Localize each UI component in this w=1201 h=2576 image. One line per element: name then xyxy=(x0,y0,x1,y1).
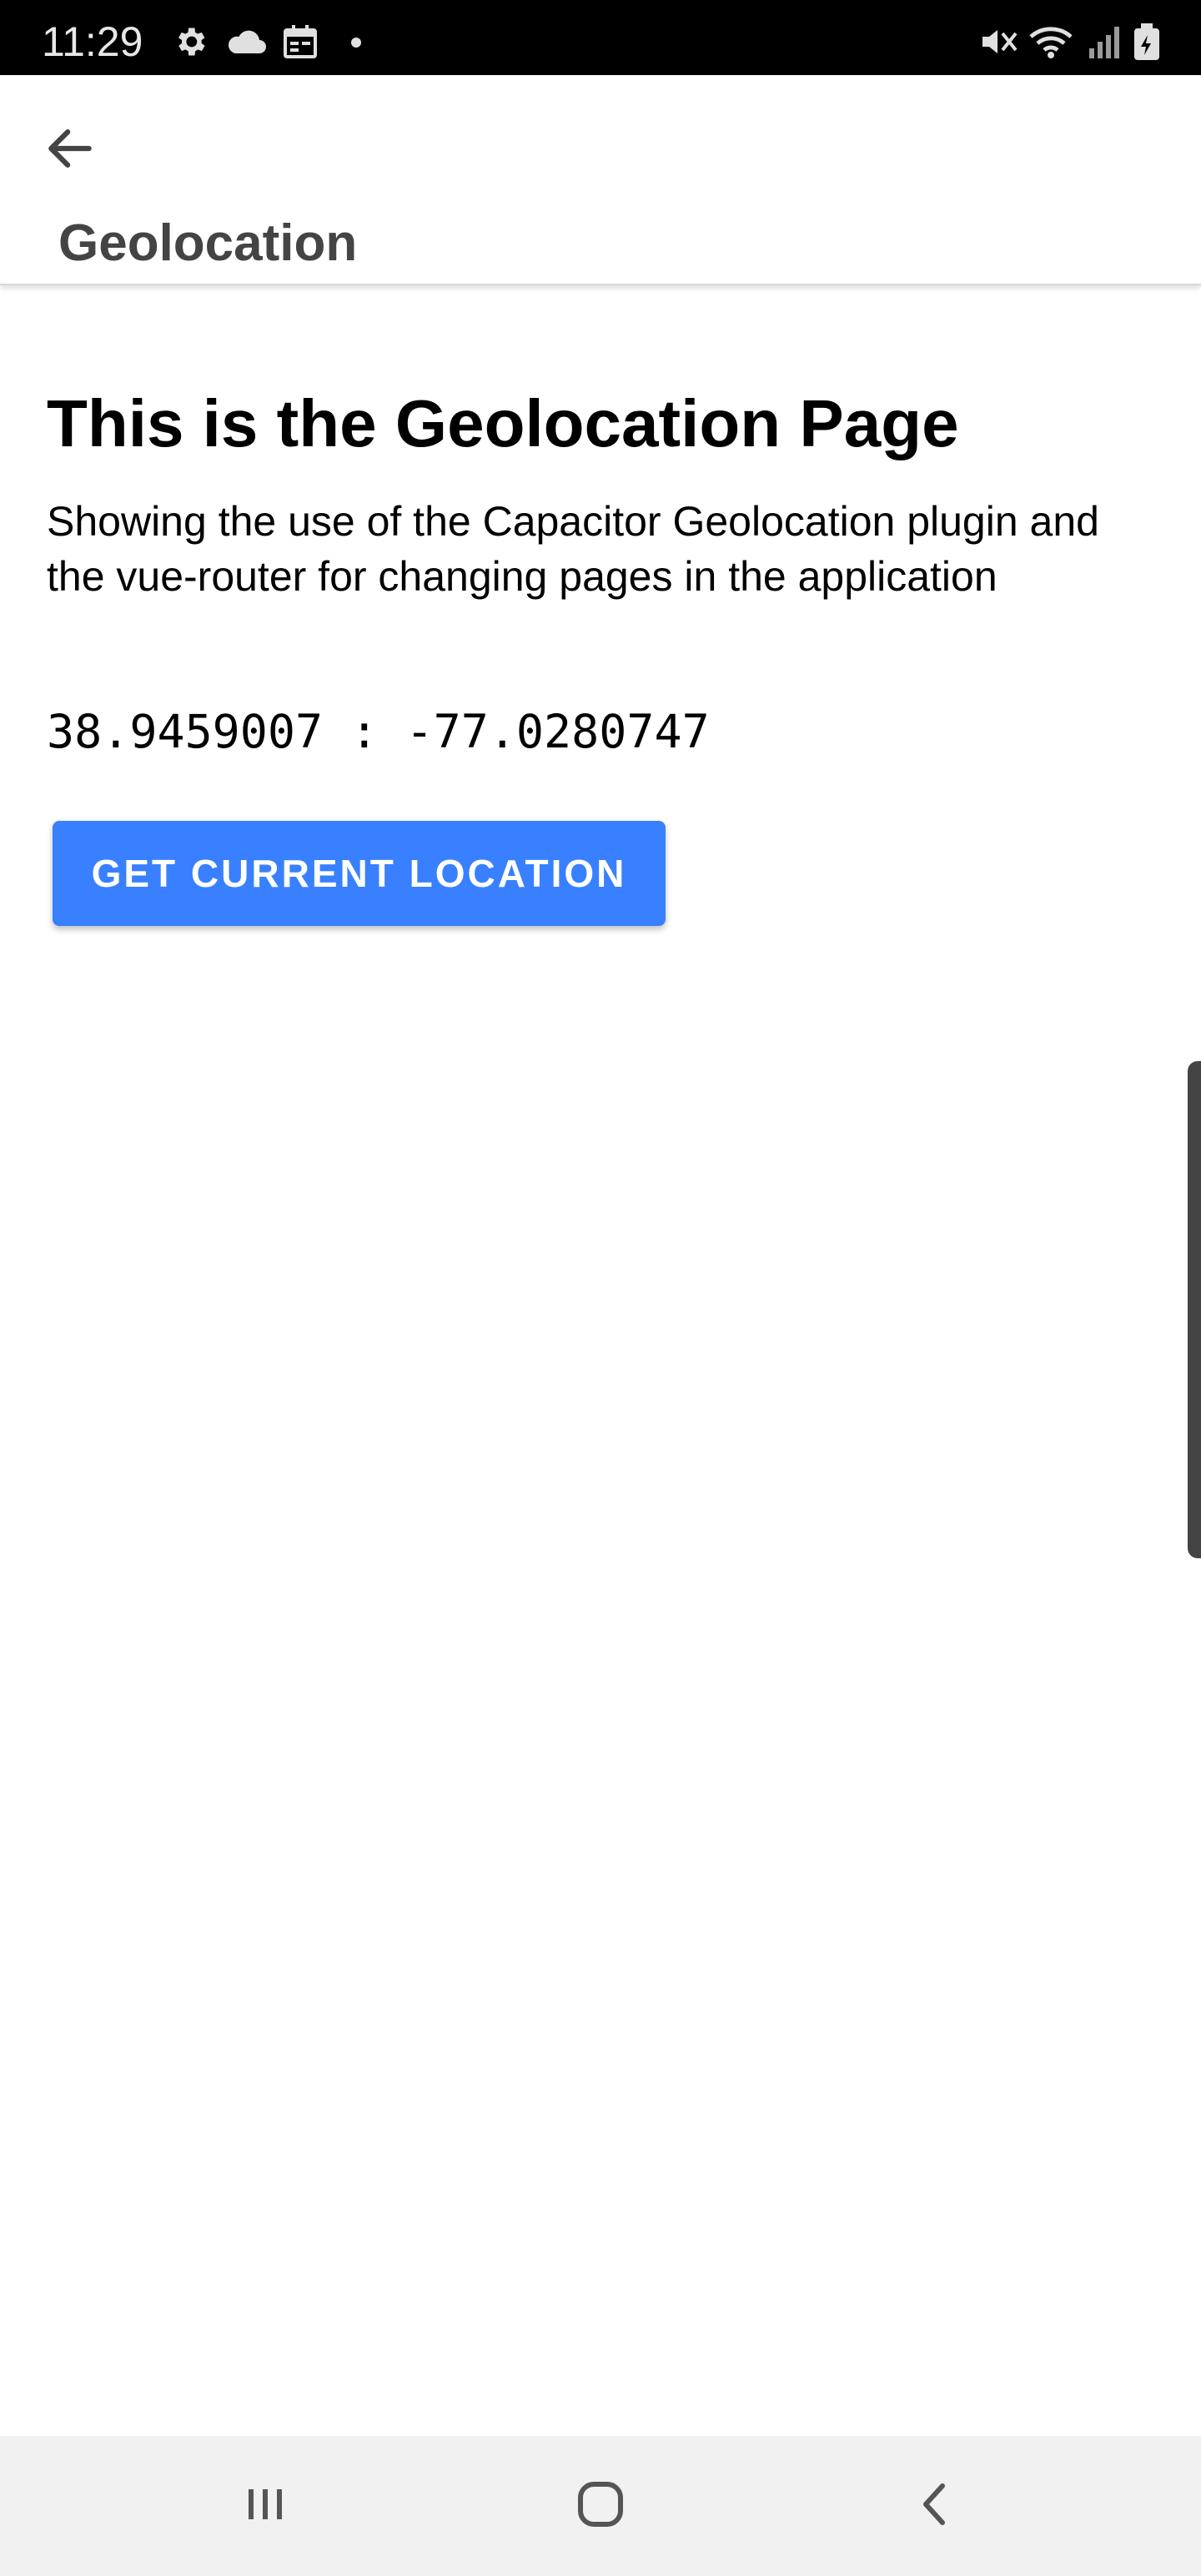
recents-icon xyxy=(240,2479,290,2533)
cloud-icon xyxy=(225,23,269,57)
page-heading: This is the Geolocation Page xyxy=(47,386,959,460)
back-icon xyxy=(911,2479,961,2533)
navigation-bar xyxy=(0,2436,1201,2576)
signal-icon xyxy=(1086,23,1123,58)
mute-icon xyxy=(977,23,1019,57)
status-time: 11:29 xyxy=(42,18,143,65)
get-current-location-button[interactable]: GET CURRENT LOCATION xyxy=(53,821,666,926)
arrow-back-icon xyxy=(42,120,98,181)
status-bar: 11:29 xyxy=(0,0,1201,75)
gear-icon xyxy=(172,23,209,57)
calendar-icon xyxy=(282,23,319,58)
battery-icon xyxy=(1133,23,1161,60)
scroll-indicator[interactable] xyxy=(1188,1061,1201,1558)
coordinates-readout: 38.9459007 : -77.0280747 xyxy=(47,705,710,758)
home-icon xyxy=(574,2478,627,2535)
back-button[interactable] xyxy=(28,108,112,192)
recents-button[interactable] xyxy=(224,2464,307,2548)
home-button[interactable] xyxy=(559,2464,642,2548)
page-title: Geolocation xyxy=(58,214,358,272)
dot-icon xyxy=(350,37,362,70)
toolbar: Geolocation xyxy=(0,75,1201,285)
page-description: Showing the use of the Capacitor Geoloca… xyxy=(47,498,1099,600)
wifi-icon xyxy=(1028,23,1078,58)
nav-back-button[interactable] xyxy=(894,2464,977,2548)
